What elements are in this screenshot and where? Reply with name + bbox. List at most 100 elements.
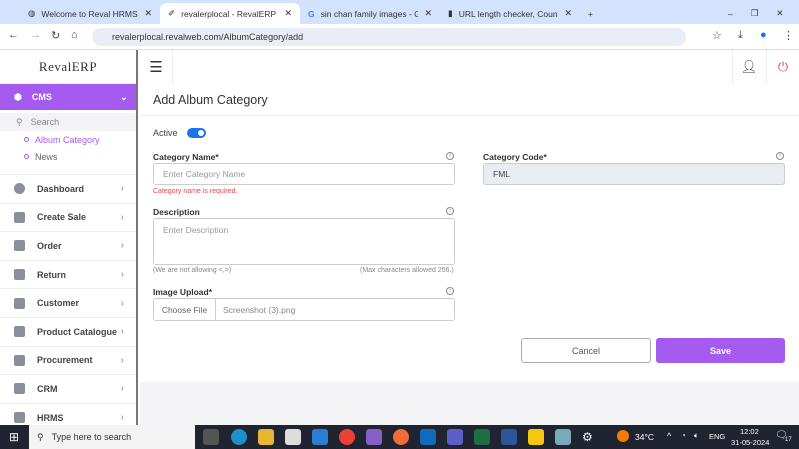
- browser-tab-active[interactable]: ✐revalerplocal - RevalERP - Add A✕: [160, 3, 300, 24]
- task-view-icon[interactable]: [203, 429, 219, 445]
- minimize-icon[interactable]: –: [728, 9, 733, 19]
- chevron-right-icon: ›: [120, 269, 124, 281]
- crm-icon: [14, 383, 25, 395]
- chevron-right-icon: ›: [120, 412, 124, 424]
- browser-tab[interactable]: ◍ Welcome to Reval HRMS ✕: [20, 3, 160, 24]
- chevron-right-icon: ›: [120, 383, 124, 395]
- chevron-right-icon: ›: [120, 183, 124, 195]
- browser-tab[interactable]: Gsin chan family images - Google✕: [300, 3, 440, 24]
- info-icon[interactable]: i: [446, 152, 454, 160]
- description-textarea[interactable]: Enter Description: [153, 218, 455, 265]
- url-input[interactable]: revalerplocal.revalweb.com/AlbumCategory…: [92, 28, 686, 46]
- excel-icon[interactable]: [474, 429, 490, 445]
- close-window-icon[interactable]: ✕: [776, 8, 783, 19]
- chevron-right-icon: ›: [120, 240, 124, 252]
- sidebar-item-order[interactable]: Order ›: [0, 231, 136, 260]
- save-button[interactable]: Save: [656, 338, 785, 363]
- chart-icon: ▮: [448, 8, 453, 18]
- bullet-icon: [24, 137, 29, 142]
- sidebar-item-create-sale[interactable]: Create Sale ›: [0, 202, 136, 232]
- profile-icon[interactable]: ●: [760, 29, 767, 41]
- settings-icon[interactable]: ⚙: [582, 430, 593, 444]
- sidebar-item-return[interactable]: Return ›: [0, 259, 136, 289]
- teams-icon[interactable]: [447, 429, 463, 445]
- browser-tab[interactable]: ▮URL length checker, Count Cha✕: [440, 3, 580, 24]
- chrome-icon[interactable]: [339, 429, 355, 445]
- notepad-icon[interactable]: [555, 429, 571, 445]
- sidebar-item-customer[interactable]: Customer ›: [0, 288, 136, 317]
- download-icon[interactable]: ⤓: [738, 29, 743, 42]
- user-icon[interactable]: 👤︎: [732, 50, 765, 84]
- power-bi-icon[interactable]: [528, 429, 544, 445]
- sidebar-item-product-catalogue[interactable]: Product Catalogue ›: [0, 316, 136, 346]
- chevron-right-icon: ›: [120, 326, 124, 338]
- page-title: Add Album Category: [153, 93, 268, 107]
- restore-icon[interactable]: ❐: [751, 8, 759, 19]
- clock-date[interactable]: 31-05-2024: [731, 438, 769, 447]
- globe-icon: ◍: [28, 8, 36, 18]
- chevron-up-icon[interactable]: ^: [667, 431, 671, 441]
- clock-time[interactable]: 12:02: [740, 427, 759, 436]
- sidebar-item-crm[interactable]: CRM ›: [0, 374, 136, 403]
- sidebar-item-dashboard[interactable]: Dashboard ›: [0, 174, 136, 203]
- windows-start-icon[interactable]: ⊞: [9, 430, 19, 444]
- site-icon: ✐: [168, 8, 176, 18]
- close-icon[interactable]: ✕: [144, 8, 152, 19]
- word-icon[interactable]: [501, 429, 517, 445]
- postman-icon[interactable]: [393, 429, 409, 445]
- close-icon[interactable]: ✕: [424, 8, 432, 19]
- active-toggle[interactable]: [187, 128, 206, 138]
- category-name-input[interactable]: Enter Category Name: [153, 163, 455, 185]
- chevron-down-icon: ⌄: [120, 91, 128, 102]
- power-icon[interactable]: ⏻: [766, 50, 799, 84]
- search-icon: ⚲: [16, 116, 23, 127]
- window-controls[interactable]: – ❐ ✕: [720, 3, 791, 24]
- menu-icon[interactable]: ⋮: [783, 29, 794, 42]
- back-icon[interactable]: ←: [8, 29, 19, 41]
- taskbar-search[interactable]: ⚲ Type here to search: [29, 425, 195, 449]
- weather-temp[interactable]: 34°C: [635, 432, 654, 442]
- chevron-right-icon: ›: [120, 354, 124, 366]
- reload-icon[interactable]: ↻: [51, 29, 60, 42]
- info-icon[interactable]: i: [776, 152, 784, 160]
- sidebar-item-news[interactable]: News: [0, 148, 136, 165]
- home-icon[interactable]: ⌂: [71, 29, 78, 41]
- close-icon[interactable]: ✕: [564, 8, 572, 19]
- category-name-label: Category Name*: [153, 152, 219, 162]
- file-name: Screenshot (3).png: [223, 304, 296, 315]
- sidebar-section-cms[interactable]: ⬢ CMS ⌄: [0, 84, 136, 110]
- document-icon: [14, 326, 25, 338]
- sidebar-item-procurement[interactable]: Procurement ›: [0, 345, 136, 375]
- mail-icon[interactable]: [312, 429, 328, 445]
- image-upload-input[interactable]: Choose File Screenshot (3).png: [153, 298, 455, 321]
- visual-studio-icon[interactable]: [366, 429, 382, 445]
- active-label: Active: [153, 128, 178, 138]
- cube-icon: ⬢: [14, 91, 22, 102]
- sidebar-search[interactable]: ⚲ Search: [0, 113, 136, 131]
- star-icon[interactable]: ☆: [712, 29, 722, 42]
- info-icon[interactable]: i: [446, 287, 454, 295]
- choose-file-button[interactable]: Choose File: [154, 299, 216, 320]
- info-icon[interactable]: i: [446, 207, 454, 215]
- cart-icon: [14, 354, 25, 366]
- description-hint: (We are not allowing <,>): [153, 267, 232, 274]
- category-code-input[interactable]: FML: [483, 163, 785, 185]
- top-header: ☰ 👤︎ ⏻: [140, 50, 799, 84]
- forward-icon[interactable]: →: [30, 29, 41, 41]
- language-indicator[interactable]: ENG: [709, 432, 725, 441]
- description-label: Description: [153, 207, 200, 217]
- hamburger-menu-icon[interactable]: ☰: [140, 50, 173, 84]
- store-icon[interactable]: [285, 429, 301, 445]
- cancel-button[interactable]: Cancel: [521, 338, 651, 363]
- network-icon[interactable]: ◔: [681, 431, 686, 440]
- file-explorer-icon[interactable]: [258, 429, 274, 445]
- logo: RevalERP: [0, 50, 136, 84]
- return-icon: [14, 269, 25, 281]
- main-content: Add Album Category Active Category Name*…: [140, 84, 799, 425]
- outlook-icon[interactable]: [420, 429, 436, 445]
- sidebar-item-album-category[interactable]: Album Category: [0, 131, 136, 148]
- close-icon[interactable]: ✕: [284, 8, 292, 19]
- volume-icon[interactable]: 🔈︎: [694, 431, 699, 441]
- new-tab-button[interactable]: +: [580, 3, 601, 24]
- edge-icon[interactable]: [231, 429, 247, 445]
